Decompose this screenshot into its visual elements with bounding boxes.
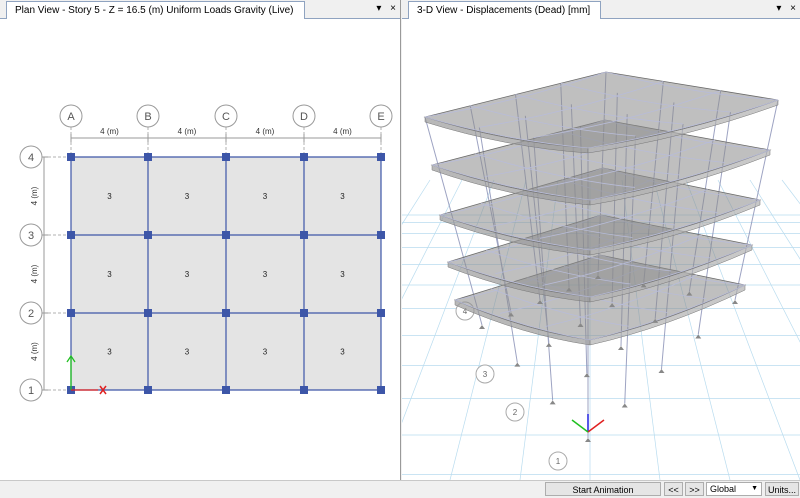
plan-view-tab-title: Plan View - Story 5 - Z = 16.5 (m) Unifo… — [15, 5, 294, 16]
grid-bubble-label: A — [67, 111, 75, 123]
support-icon — [583, 373, 590, 378]
status-bar: Start Animation << >> Global ▼ Units... — [0, 480, 800, 498]
grid-bubble-label: 1 — [28, 385, 34, 397]
plan-view-tab[interactable]: Plan View - Story 5 - Z = 16.5 (m) Unifo… — [6, 1, 305, 19]
joint-marker — [67, 309, 75, 317]
axis-x-line — [587, 419, 605, 433]
slab-load-label: 3 — [107, 192, 112, 201]
dimension-label-y: 4 (m) — [30, 186, 39, 205]
3d-grid-bubble-label: 3 — [483, 370, 488, 379]
joint-marker — [144, 386, 152, 394]
dimension-label-x: 4 (m) — [333, 127, 352, 136]
grid-bubble-label: 4 — [28, 152, 34, 164]
dimension-label-y: 4 (m) — [30, 342, 39, 361]
joint-marker — [300, 309, 308, 317]
3d-view-tab[interactable]: 3-D View - Displacements (Dead) [mm] — [408, 1, 602, 19]
grid-bubble-label: C — [222, 111, 230, 123]
support-icon — [732, 300, 738, 304]
grid-bubble-label: B — [144, 111, 151, 123]
slab-load-label: 3 — [185, 192, 190, 201]
3d-view-tab-strip: 3-D View - Displacements (Dead) [mm] ▾ × — [402, 0, 800, 19]
joint-marker — [144, 153, 152, 161]
slab-load-label: 3 — [340, 270, 345, 279]
3d-view-close-icon[interactable]: × — [790, 3, 796, 14]
dimension-label-y: 4 (m) — [30, 264, 39, 283]
slab-load-label: 3 — [107, 270, 112, 279]
slab-load-label: 3 — [263, 270, 268, 279]
support-icon — [658, 369, 665, 373]
joint-marker — [144, 309, 152, 317]
previous-button[interactable]: << — [664, 482, 683, 496]
3d-grid-bubble-label: 2 — [513, 408, 518, 417]
dimension-label-x: 4 (m) — [178, 127, 197, 136]
joint-marker — [377, 386, 385, 394]
support-icon — [618, 346, 624, 350]
joint-marker — [300, 153, 308, 161]
3d-view-canvas[interactable]: 4321 — [402, 19, 800, 480]
coordinate-system-select[interactable]: Global ▼ — [706, 482, 762, 496]
joint-marker — [67, 153, 75, 161]
units-button[interactable]: Units... — [765, 482, 799, 496]
slab-load-label: 3 — [185, 348, 190, 357]
slab-load-label: 3 — [340, 348, 345, 357]
grid-bubble-label: D — [300, 111, 308, 123]
plan-view-dropdown-icon[interactable]: ▾ — [376, 3, 381, 14]
grid-bubble-label: 2 — [28, 308, 34, 320]
slab-load-label: 3 — [263, 348, 268, 357]
support-icon — [545, 342, 552, 347]
slab-load-label: 3 — [340, 192, 345, 201]
grid-bubble-label: 3 — [28, 230, 34, 242]
support-icon — [514, 362, 521, 367]
dimension-label-x: 4 (m) — [256, 127, 275, 136]
start-animation-button[interactable]: Start Animation — [545, 482, 661, 496]
joint-marker — [222, 309, 230, 317]
3d-grid-bubble-label: 1 — [556, 457, 561, 466]
grid-bubble-label: E — [377, 111, 384, 123]
3d-view-tab-title: 3-D View - Displacements (Dead) [mm] — [417, 5, 591, 16]
plan-view-close-icon[interactable]: × — [390, 3, 396, 14]
slab-load-label: 3 — [107, 348, 112, 357]
joint-marker — [377, 153, 385, 161]
support-icon — [479, 325, 485, 329]
axis-y-line — [571, 419, 589, 433]
slab-load-label: 3 — [263, 192, 268, 201]
plan-view-pane[interactable]: Plan View - Story 5 - Z = 16.5 (m) Unifo… — [0, 0, 401, 480]
slab-load-label: 3 — [185, 270, 190, 279]
joint-marker — [300, 231, 308, 239]
next-button[interactable]: >> — [685, 482, 704, 496]
joint-marker — [377, 231, 385, 239]
dimension-label-x: 4 (m) — [100, 127, 119, 136]
joint-marker — [222, 153, 230, 161]
support-icon — [621, 403, 628, 408]
joint-marker — [222, 386, 230, 394]
coordinate-system-value: Global — [710, 484, 737, 494]
3d-view-pane[interactable]: 3-D View - Displacements (Dead) [mm] ▾ ×… — [402, 0, 800, 480]
joint-marker — [67, 231, 75, 239]
chevron-down-icon: ▼ — [751, 485, 758, 492]
plan-view-tab-strip: Plan View - Story 5 - Z = 16.5 (m) Unifo… — [0, 0, 400, 19]
3d-view-dropdown-icon[interactable]: ▾ — [776, 3, 781, 14]
joint-marker — [222, 231, 230, 239]
joint-marker — [144, 231, 152, 239]
joint-marker — [300, 386, 308, 394]
support-icon — [549, 400, 556, 405]
plan-view-canvas[interactable]: 4 (m) 4 (m) 4 (m) 4 (m) 4 (m) 4 (m) 4 (m) A B C D E… — [0, 19, 400, 480]
joint-marker — [377, 309, 385, 317]
